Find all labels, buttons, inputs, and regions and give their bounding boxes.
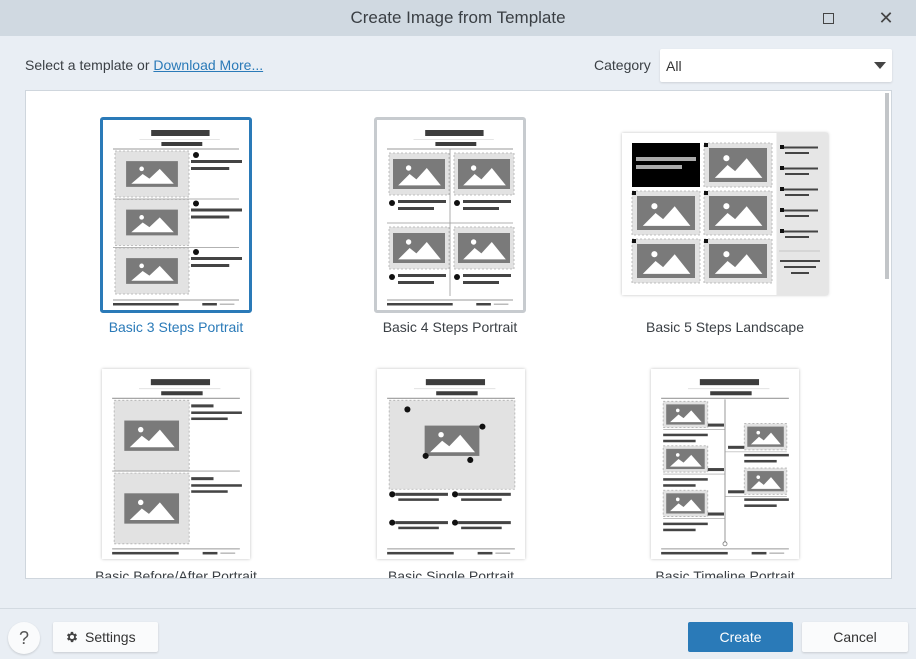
settings-button[interactable]: Settings (53, 622, 158, 652)
template-thumbnail (651, 369, 799, 559)
template-name: Basic Timeline Portrait (655, 568, 795, 579)
help-icon: ? (18, 627, 29, 648)
close-button[interactable]: ✕ (872, 6, 900, 30)
chevron-down-icon (874, 62, 886, 69)
template-preview-beforeafter (112, 379, 242, 555)
template-thumbnail (377, 369, 525, 559)
template-tile-basic-single-portrait[interactable]: Basic Single Portrait (357, 91, 545, 579)
template-tile-basic-timeline-portrait[interactable]: Basic Timeline Portrait (631, 91, 819, 579)
window-title: Create Image from Template (350, 8, 566, 27)
maximize-button[interactable] (814, 6, 842, 30)
close-icon: ✕ (878, 8, 894, 28)
template-prompt: Select a template or Download More... (25, 57, 263, 73)
template-preview-timeline (661, 379, 789, 555)
footer-divider (0, 608, 916, 609)
template-name: Basic Before/After Portrait (95, 568, 257, 579)
create-button[interactable]: Create (688, 622, 793, 652)
template-thumbnail (102, 369, 250, 559)
template-gallery: Basic 3 Steps Portrait Basic 4 Steps Port… (25, 90, 892, 579)
gear-icon (66, 631, 78, 643)
category-label: Category (594, 57, 651, 73)
help-button[interactable]: ? (8, 622, 40, 654)
maximize-icon (822, 12, 834, 24)
template-preview-single (387, 379, 516, 555)
template-tile-basic-before-after-portrait[interactable]: Basic Before/After Portrait (82, 91, 270, 579)
prompt-text: Select a template or (25, 57, 154, 73)
category-dropdown[interactable]: All (660, 49, 892, 82)
title-bar: Create Image from Template ✕ (0, 0, 916, 36)
category-value: All (666, 57, 682, 74)
scrollbar[interactable] (885, 93, 889, 279)
cancel-button[interactable]: Cancel (802, 622, 908, 652)
template-name: Basic Single Portrait (387, 568, 515, 579)
download-more-link[interactable]: Download More... (153, 57, 263, 73)
settings-label: Settings (85, 629, 136, 645)
